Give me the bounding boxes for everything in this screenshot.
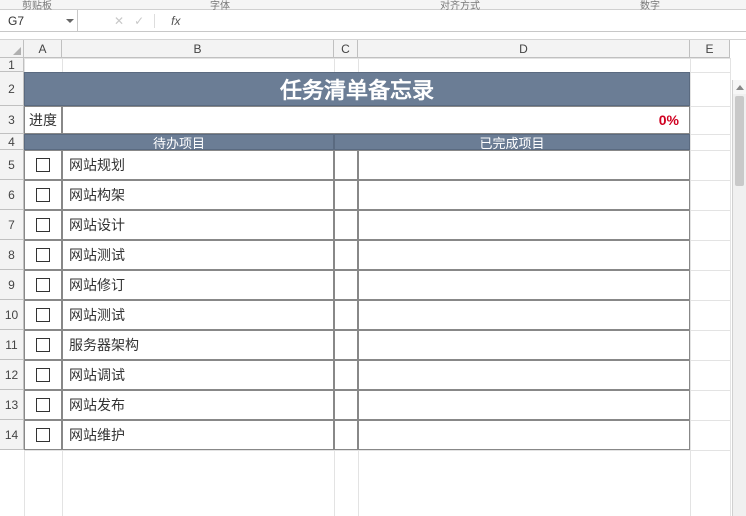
- done-item-cell[interactable]: [358, 300, 690, 330]
- done-item-cell[interactable]: [358, 180, 690, 210]
- col-header-B[interactable]: B: [62, 40, 334, 58]
- todo-item-text[interactable]: 网站测试: [62, 300, 334, 330]
- row-header-1[interactable]: 1: [0, 58, 24, 72]
- row-header-8[interactable]: 8: [0, 240, 24, 270]
- row-header-6[interactable]: 6: [0, 180, 24, 210]
- scroll-thumb[interactable]: [735, 96, 744, 186]
- done-item-cell[interactable]: [358, 360, 690, 390]
- todo-item-text[interactable]: 网站维护: [62, 420, 334, 450]
- row-header-13[interactable]: 13: [0, 390, 24, 420]
- todo-checkbox[interactable]: [24, 270, 62, 300]
- checkbox-icon[interactable]: [36, 398, 50, 412]
- enter-formula-icon: ✓: [134, 14, 144, 28]
- todo-item-text[interactable]: 服务器架构: [62, 330, 334, 360]
- done-item-cell[interactable]: [358, 390, 690, 420]
- todo-item-text[interactable]: 网站发布: [62, 390, 334, 420]
- checkbox-icon[interactable]: [36, 308, 50, 322]
- todo-checkbox[interactable]: [24, 330, 62, 360]
- todo-checkbox[interactable]: [24, 240, 62, 270]
- done-item-cell[interactable]: [358, 270, 690, 300]
- row-header-9[interactable]: 9: [0, 270, 24, 300]
- ribbon-group-number: 数字: [640, 0, 660, 12]
- sheet-title: 任务清单备忘录: [24, 72, 690, 106]
- checkbox-icon[interactable]: [36, 368, 50, 382]
- checkbox-icon[interactable]: [36, 428, 50, 442]
- select-all-corner[interactable]: [0, 40, 24, 58]
- todo-item-text[interactable]: 网站调试: [62, 360, 334, 390]
- col-header-A[interactable]: A: [24, 40, 62, 58]
- todo-checkbox[interactable]: [24, 210, 62, 240]
- done-item-cell[interactable]: [358, 210, 690, 240]
- progress-value: 0%: [62, 106, 690, 134]
- todo-checkbox[interactable]: [24, 300, 62, 330]
- row-header-14[interactable]: 14: [0, 420, 24, 450]
- checkbox-icon[interactable]: [36, 248, 50, 262]
- todo-item-text[interactable]: 网站构架: [62, 180, 334, 210]
- chevron-down-icon[interactable]: [66, 19, 74, 23]
- header-done: 已完成项目: [334, 134, 690, 150]
- checkbox-icon[interactable]: [36, 278, 50, 292]
- done-checkbox-cell[interactable]: [334, 420, 358, 450]
- done-item-cell[interactable]: [358, 420, 690, 450]
- col-header-E[interactable]: E: [690, 40, 730, 58]
- done-item-cell[interactable]: [358, 150, 690, 180]
- progress-label: 进度: [24, 106, 62, 134]
- name-box[interactable]: G7: [0, 10, 78, 31]
- done-checkbox-cell[interactable]: [334, 330, 358, 360]
- col-header-C[interactable]: C: [334, 40, 358, 58]
- scroll-up-button[interactable]: [733, 80, 746, 94]
- todo-checkbox[interactable]: [24, 420, 62, 450]
- checkbox-icon[interactable]: [36, 218, 50, 232]
- cancel-formula-icon: ✕: [114, 14, 124, 28]
- row-header-7[interactable]: 7: [0, 210, 24, 240]
- row-header-12[interactable]: 12: [0, 360, 24, 390]
- fx-label[interactable]: fx: [163, 14, 180, 28]
- row-header-2[interactable]: 2: [0, 72, 24, 106]
- checkbox-icon[interactable]: [36, 338, 50, 352]
- done-item-cell[interactable]: [358, 240, 690, 270]
- name-box-value: G7: [8, 14, 24, 28]
- todo-item-text[interactable]: 网站测试: [62, 240, 334, 270]
- todo-checkbox[interactable]: [24, 150, 62, 180]
- row-header-10[interactable]: 10: [0, 300, 24, 330]
- worksheet-grid[interactable]: ABCDE 1234567891011121314 任务清单备忘录进度0%待办项…: [0, 40, 746, 516]
- vertical-scrollbar[interactable]: [732, 80, 746, 516]
- todo-item-text[interactable]: 网站修订: [62, 270, 334, 300]
- row-header-11[interactable]: 11: [0, 330, 24, 360]
- col-header-D[interactable]: D: [358, 40, 690, 58]
- todo-item-text[interactable]: 网站规划: [62, 150, 334, 180]
- row-header-3[interactable]: 3: [0, 106, 24, 134]
- done-checkbox-cell[interactable]: [334, 180, 358, 210]
- todo-checkbox[interactable]: [24, 360, 62, 390]
- done-checkbox-cell[interactable]: [334, 360, 358, 390]
- checkbox-icon[interactable]: [36, 188, 50, 202]
- checkbox-icon[interactable]: [36, 158, 50, 172]
- todo-checkbox[interactable]: [24, 390, 62, 420]
- done-checkbox-cell[interactable]: [334, 300, 358, 330]
- ribbon-group-align: 对齐方式: [440, 0, 480, 12]
- done-checkbox-cell[interactable]: [334, 150, 358, 180]
- todo-item-text[interactable]: 网站设计: [62, 210, 334, 240]
- done-checkbox-cell[interactable]: [334, 210, 358, 240]
- todo-checkbox[interactable]: [24, 180, 62, 210]
- done-checkbox-cell[interactable]: [334, 390, 358, 420]
- row-header-5[interactable]: 5: [0, 150, 24, 180]
- done-item-cell[interactable]: [358, 330, 690, 360]
- done-checkbox-cell[interactable]: [334, 240, 358, 270]
- row-header-4[interactable]: 4: [0, 134, 24, 150]
- header-todo: 待办项目: [24, 134, 334, 150]
- ribbon-group-font: 字体: [210, 0, 230, 12]
- done-checkbox-cell[interactable]: [334, 270, 358, 300]
